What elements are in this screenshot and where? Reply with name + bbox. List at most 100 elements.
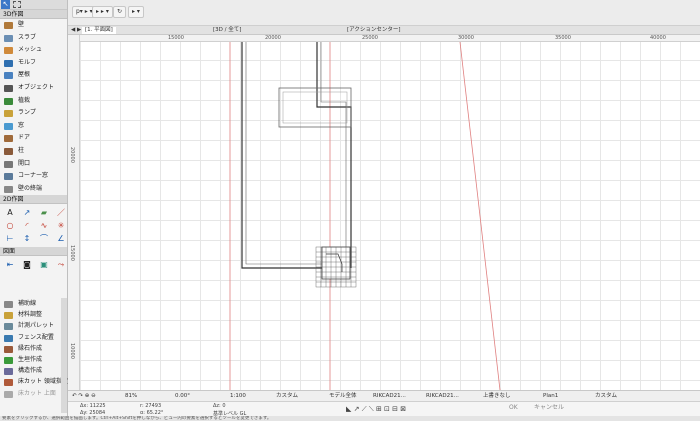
tool-label: コーナー窓: [18, 172, 49, 180]
wall[interactable]: [241, 42, 350, 269]
tool-slab[interactable]: スラブ: [0, 32, 67, 45]
ruler-label: 25000: [362, 35, 378, 41]
section-3d[interactable]: 3D作図: [0, 10, 67, 19]
camera-tool-icon[interactable]: ◙: [19, 259, 35, 270]
arrow-tool-icon[interactable]: ↖: [1, 0, 10, 9]
top-ruler: 15000 20000 25000 30000 35000 40000: [80, 35, 700, 42]
rotate-icon[interactable]: ↻: [113, 6, 127, 18]
tool-label: 計測パレット: [18, 322, 55, 330]
extra-tool-icon: [4, 312, 13, 320]
tool-morph[interactable]: モルフ: [0, 57, 67, 70]
delta-z: Δz: 0: [213, 403, 226, 409]
renovation-select[interactable]: Plan1: [543, 391, 558, 401]
zoom-value[interactable]: 81%: [125, 391, 137, 401]
corner-window-icon: [4, 173, 13, 181]
radius: r: 27493: [140, 403, 162, 409]
tool-label: 壁の終端: [18, 184, 43, 192]
toolbar-btn-4[interactable]: ▸ ▾: [128, 6, 144, 18]
fill-tool-icon[interactable]: ▰: [36, 207, 52, 218]
floor-plan-drawing: [229, 42, 501, 390]
dimension-tool-icon[interactable]: ⊢: [2, 233, 18, 244]
section-2d[interactable]: 2D作図: [0, 195, 67, 205]
tab-action-center[interactable]: [アクションセンター]: [344, 27, 404, 34]
model-view-select[interactable]: モデル全体: [329, 391, 357, 401]
tool-roof[interactable]: 屋根: [0, 69, 67, 82]
extra-tool-icon: [4, 345, 13, 353]
ruler-label: 20000: [69, 147, 75, 163]
toolbar-btn-2[interactable]: ▸ ▸ ▾: [92, 6, 113, 18]
extra-tool-item[interactable]: 構造作成: [0, 365, 60, 376]
tool-label: 補助線: [18, 300, 37, 307]
tool-wall-end[interactable]: 壁の終端: [0, 183, 67, 196]
ok-button[interactable]: OK: [505, 403, 522, 412]
undo-redo-icons[interactable]: ↶ ↷ ⊕ ⊖: [72, 391, 96, 401]
scale-select[interactable]: 1:100: [230, 391, 246, 401]
circle-tool-icon[interactable]: ○: [2, 220, 18, 231]
layer-select-2[interactable]: RIKCAD21...: [426, 391, 459, 401]
angle-value[interactable]: 0.00°: [175, 391, 190, 401]
section-tool-icon[interactable]: ⇤: [2, 259, 18, 270]
column-icon: [4, 147, 13, 155]
path-tool-icon[interactable]: ⤳: [53, 259, 69, 270]
tool-plant[interactable]: 植栽: [0, 95, 67, 108]
ruler-label: 15000: [69, 245, 75, 261]
plan-canvas[interactable]: [80, 42, 700, 390]
level-dim-tool-icon[interactable]: ↕: [19, 233, 35, 244]
tool-opening[interactable]: 開口: [0, 158, 67, 171]
lamp-icon: [4, 110, 13, 118]
extra-tool-item[interactable]: 床カット 領域指定: [0, 376, 68, 387]
hotspot-tool-icon[interactable]: ✳: [53, 220, 69, 231]
tool-column[interactable]: 柱: [0, 145, 67, 158]
extra-tool-icon: [4, 323, 13, 331]
spline-tool-icon[interactable]: ∿: [36, 220, 52, 231]
marquee-tool-icon[interactable]: [13, 1, 21, 8]
tool-label: 生垣作成: [18, 355, 43, 363]
text-tool-icon[interactable]: A: [2, 207, 18, 218]
extra-tool-icon: [4, 334, 13, 342]
extra-tool-item[interactable]: フェンス配置: [0, 332, 60, 343]
radial-dim-tool-icon[interactable]: ⌒: [36, 233, 52, 244]
wall-inner: [245, 42, 346, 265]
tool-door[interactable]: ドア: [0, 132, 67, 145]
guide-line: [459, 42, 501, 390]
pen-set-select[interactable]: カスタム: [276, 391, 298, 401]
layer-select-1[interactable]: RIKCAD21...: [373, 391, 406, 401]
section-drawing[interactable]: 図面: [0, 247, 67, 257]
tool-lamp[interactable]: ランプ: [0, 107, 67, 120]
ruler-label: 20000: [265, 35, 281, 41]
door-icon: [4, 135, 13, 143]
extra-tool-item[interactable]: 材料調整: [0, 309, 60, 320]
extra-tool-icon: [4, 390, 13, 398]
cancel-button[interactable]: キャンセル: [530, 403, 568, 412]
override-select[interactable]: 上書きなし: [483, 391, 511, 401]
extra-tool-item[interactable]: 計測パレット: [0, 320, 60, 331]
tool-label: ランプ: [18, 109, 36, 117]
angle-dim-tool-icon[interactable]: ∠: [53, 233, 69, 244]
extra-tool-item[interactable]: 床カット 上面: [0, 388, 60, 399]
extra-tool-item[interactable]: 補助線: [0, 298, 60, 309]
tool-label: メッシュ: [18, 46, 43, 54]
scrollbar[interactable]: [61, 298, 67, 413]
view-tab-bar: ◀ ▶ [1. 平面図] [3D / 全て] [アクションセンター]: [68, 26, 700, 35]
ruler-label: 40000: [650, 35, 666, 41]
tool-label: 窓: [18, 121, 25, 129]
ruler-label: 30000: [458, 35, 474, 41]
top-toolbar: p▾ ▸ ▾ ▸ ▸ ▾ ↻ ▸ ▾: [68, 0, 700, 26]
line-tool-icon[interactable]: ／: [53, 207, 69, 218]
tool-window[interactable]: 窓: [0, 120, 67, 133]
dimension-style-select[interactable]: カスタム: [595, 391, 617, 401]
label-tool-icon[interactable]: ↗: [19, 207, 35, 218]
drawing-tool-icon[interactable]: ▣: [36, 259, 52, 270]
extra-tool-item[interactable]: 生垣作成: [0, 354, 60, 365]
arc-tool-icon[interactable]: ◜: [19, 220, 35, 231]
tool-object[interactable]: オブジェクト: [0, 82, 67, 95]
tab-plan[interactable]: [1. 平面図]: [82, 27, 116, 34]
tool-mesh[interactable]: メッシュ: [0, 44, 67, 57]
plant-icon: [4, 97, 13, 105]
extra-tool-item[interactable]: 縁石作成: [0, 343, 60, 354]
tab-3d[interactable]: [3D / 全て]: [210, 27, 244, 34]
tool-wall[interactable]: 壁: [0, 19, 67, 32]
extra-tools-list: 補助線材料調整計測パレットフェンス配置 縁石作成 生垣作成構造作成 床カット 領域指定…: [0, 298, 68, 418]
snap-tools[interactable]: ◣ ↗ ⟋ ⟍ ⊞ ⊡ ⊟ ⊠: [346, 405, 406, 414]
tool-corner-window[interactable]: コーナー窓: [0, 170, 67, 183]
